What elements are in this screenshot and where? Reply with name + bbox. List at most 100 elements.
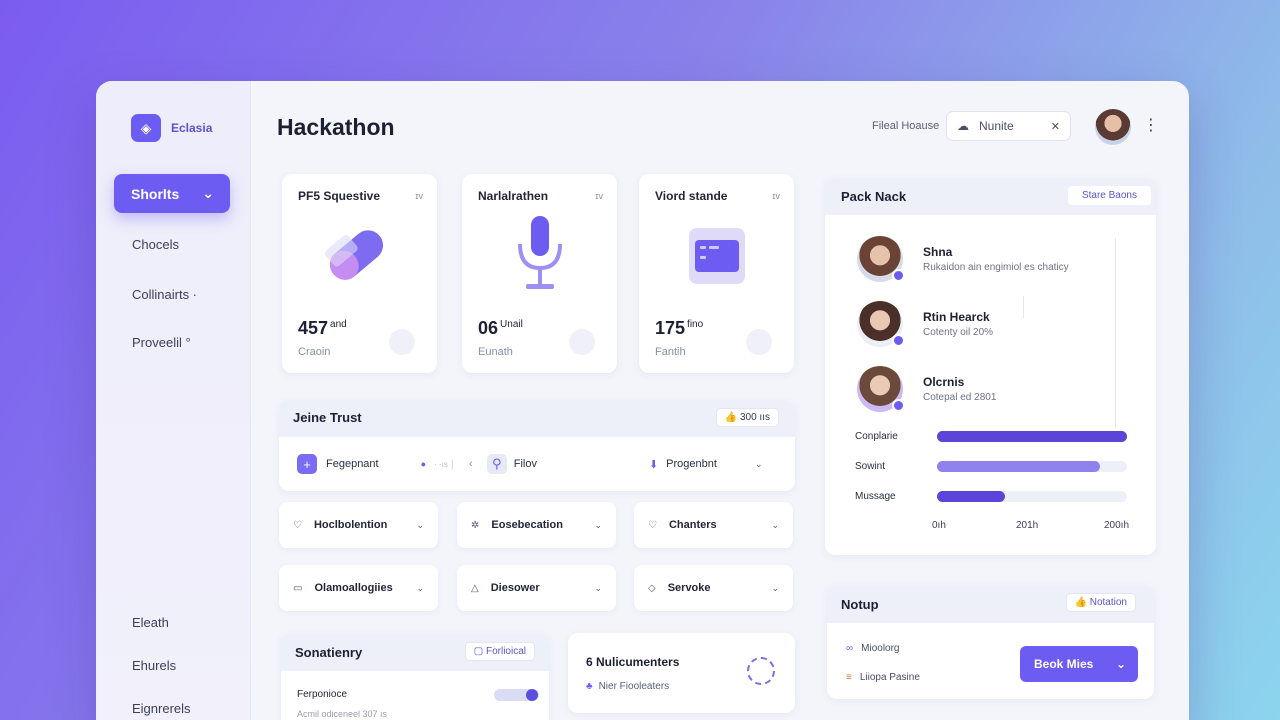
stat-card[interactable]: PF5 Squestive ɪv 457 and Craoin	[282, 174, 437, 373]
person-sub: Cotepal ed 2801	[923, 392, 997, 403]
sidebar-item-3[interactable]: Proveelil °	[132, 335, 191, 350]
trust-middle-label[interactable]: Filov	[514, 458, 537, 470]
sona-panel: Sonatienry ▢ Forlioical Ferponioce Acmil…	[281, 633, 549, 720]
drop-icon: △	[471, 582, 479, 594]
trust-header: Jeine Trust 👍 300 ııs	[279, 400, 795, 437]
person-row[interactable]: Olcrnis Cotepal ed 2801	[857, 366, 996, 412]
pack-panel: Pack Nack Stare Baons Shna Rukaidon ain …	[825, 178, 1156, 555]
heart-icon: ♡	[648, 519, 657, 531]
divider	[1115, 238, 1116, 428]
bar-fill	[937, 461, 1101, 472]
book-button[interactable]: Beok Mies ⌄	[1020, 646, 1138, 682]
sona-button[interactable]: ▢ Forlioical	[464, 642, 535, 661]
trust-row: + Fegepnant ● · ·ıs │ ‹ ⚲ Filov ⬇ Progen…	[279, 437, 795, 491]
toggle-switch[interactable]	[494, 689, 539, 701]
sidebar-item-6[interactable]: Eignrerels	[132, 701, 191, 716]
person-row[interactable]: Shna Rukaidon ain engimiol es chaticy	[857, 236, 1069, 282]
nuli-card[interactable]: 6 Nulicumenters ♣ Nier Fiooleaters	[568, 633, 795, 713]
sidebar-item-1[interactable]: Chocels	[132, 237, 179, 252]
chevron-down-icon: ⌄	[771, 582, 779, 593]
nuli-sub: ♣ Nier Fiooleaters	[586, 681, 670, 692]
sidebar-item-2[interactable]: Collinairts ·	[132, 287, 197, 302]
dropdown[interactable]: ▭ Olamoallogiies ⌄	[279, 565, 438, 611]
notation-button[interactable]: 👍 Notation	[1065, 593, 1136, 612]
chevron-down-icon: ⌄	[416, 519, 424, 530]
stat-mark: ɪv	[772, 191, 780, 201]
chevron-down-icon[interactable]: ⌄	[755, 459, 763, 470]
person-name: Rtin Hearck	[923, 310, 990, 324]
shield-icon: ◇	[648, 582, 656, 594]
decorative-blob	[569, 329, 595, 355]
sidebar-item-5[interactable]: Ehurels	[132, 658, 176, 673]
brand-name: Eclasia	[171, 121, 213, 135]
bar-track	[937, 461, 1127, 472]
stat-title: Narlalrathen	[478, 189, 549, 203]
axis-tick: 0ıh	[932, 520, 946, 531]
stat-sub: Fantih	[655, 346, 686, 358]
dropdown[interactable]: ◇ Servoke ⌄	[634, 565, 793, 611]
notup-item[interactable]: ≡ Liiopa Pasine	[846, 672, 920, 683]
share-button[interactable]: Stare Baons	[1067, 186, 1151, 205]
pack-header: Pack Nack Stare Baons	[825, 178, 1156, 215]
dropdown[interactable]: ♡ Hoclbolention ⌄	[279, 502, 438, 548]
sparkle-icon: ✲	[471, 519, 480, 531]
message-icon: ▭	[293, 582, 303, 594]
stat-card[interactable]: Viord stande ɪv 175 fino Fantih	[639, 174, 794, 373]
sidebar-item-active[interactable]: Shorlts ⌄	[114, 174, 230, 213]
tag-icon: ≡	[846, 672, 852, 683]
plus-icon[interactable]: +	[297, 454, 317, 474]
more-menu-icon[interactable]: ⋮	[1143, 115, 1159, 135]
sidebar-item-4[interactable]: Eleath	[132, 615, 169, 630]
dropdown[interactable]: ♡ Chanters ⌄	[634, 502, 793, 548]
sidebar-item-label: Shorlts	[131, 185, 180, 202]
sona-title: Sonatienry	[295, 645, 363, 660]
trust-badge[interactable]: 👍 300 ııs	[715, 408, 779, 427]
stat-title: PF5 Squestive	[298, 189, 381, 203]
stat-sub: Eunath	[478, 346, 513, 358]
chevron-down-icon: ⌄	[416, 582, 424, 593]
chevron-down-icon: ⌄	[1115, 657, 1126, 671]
chevron-left-icon[interactable]: ‹	[469, 458, 473, 470]
stat-title: Viord stande	[655, 189, 728, 203]
person-sub: Cotenty oil 20%	[923, 327, 994, 338]
bar-label: Sowint	[855, 461, 886, 472]
avatar	[857, 236, 905, 282]
search-value: Nunite	[979, 119, 1014, 133]
dropdown[interactable]: △ Diesower ⌄	[457, 565, 616, 611]
stat-value: 175 fino	[655, 318, 704, 338]
stat-card[interactable]: Narlalrathen ɪv 06 Unail Eunath	[462, 174, 617, 373]
setting-label: Ferponioce	[297, 689, 348, 700]
close-icon[interactable]: ✕	[1051, 120, 1060, 133]
loading-ring-icon	[747, 657, 775, 685]
page-title: Hackathon	[277, 114, 395, 140]
pin-icon: ⬇	[648, 458, 659, 471]
search-field[interactable]: ☁ Nunite ✕	[946, 111, 1071, 141]
pack-title: Pack Nack	[841, 189, 907, 204]
brand-logo-icon: ◈	[131, 114, 161, 142]
notup-item[interactable]: ∞ Mioolorg	[846, 643, 900, 654]
nuli-title: 6 Nulicumenters	[586, 655, 680, 669]
header-label[interactable]: Fileal Hoause	[872, 120, 939, 132]
stat-mark: ɪv	[415, 191, 423, 201]
bar-track	[937, 491, 1127, 502]
capsule-icon	[325, 230, 384, 280]
dropdown[interactable]: ✲ Eosebecation ⌄	[457, 502, 616, 548]
trust-right-label[interactable]: Progenbnt	[666, 458, 717, 470]
bar-fill	[937, 491, 1006, 502]
pin-icon: ♡	[293, 519, 302, 531]
toggle-dot-icon[interactable]: ●	[421, 459, 426, 469]
divider: · ·ıs │	[434, 459, 456, 469]
chevron-down-icon: ⌄	[594, 582, 602, 593]
notup-panel: Notup 👍 Notation ∞ Mioolorg ≡ Liiopa Pasin…	[827, 585, 1154, 699]
axis-tick: 200ıh	[1104, 520, 1130, 531]
avatar	[857, 366, 905, 412]
notup-title: Notup	[841, 597, 879, 612]
brand[interactable]: ◈ Eclasia	[131, 114, 212, 142]
person-row[interactable]: Rtin Hearck Cotenty oil 20%	[857, 301, 993, 347]
stat-value: 457 and	[298, 318, 347, 338]
trust-panel: Jeine Trust 👍 300 ııs + Fegepnant ● · ·ı…	[279, 400, 795, 491]
card-icon	[689, 228, 745, 284]
avatar[interactable]	[1095, 109, 1131, 145]
bar-label: Mussage	[855, 491, 896, 502]
notup-header: Notup 👍 Notation	[827, 585, 1154, 623]
